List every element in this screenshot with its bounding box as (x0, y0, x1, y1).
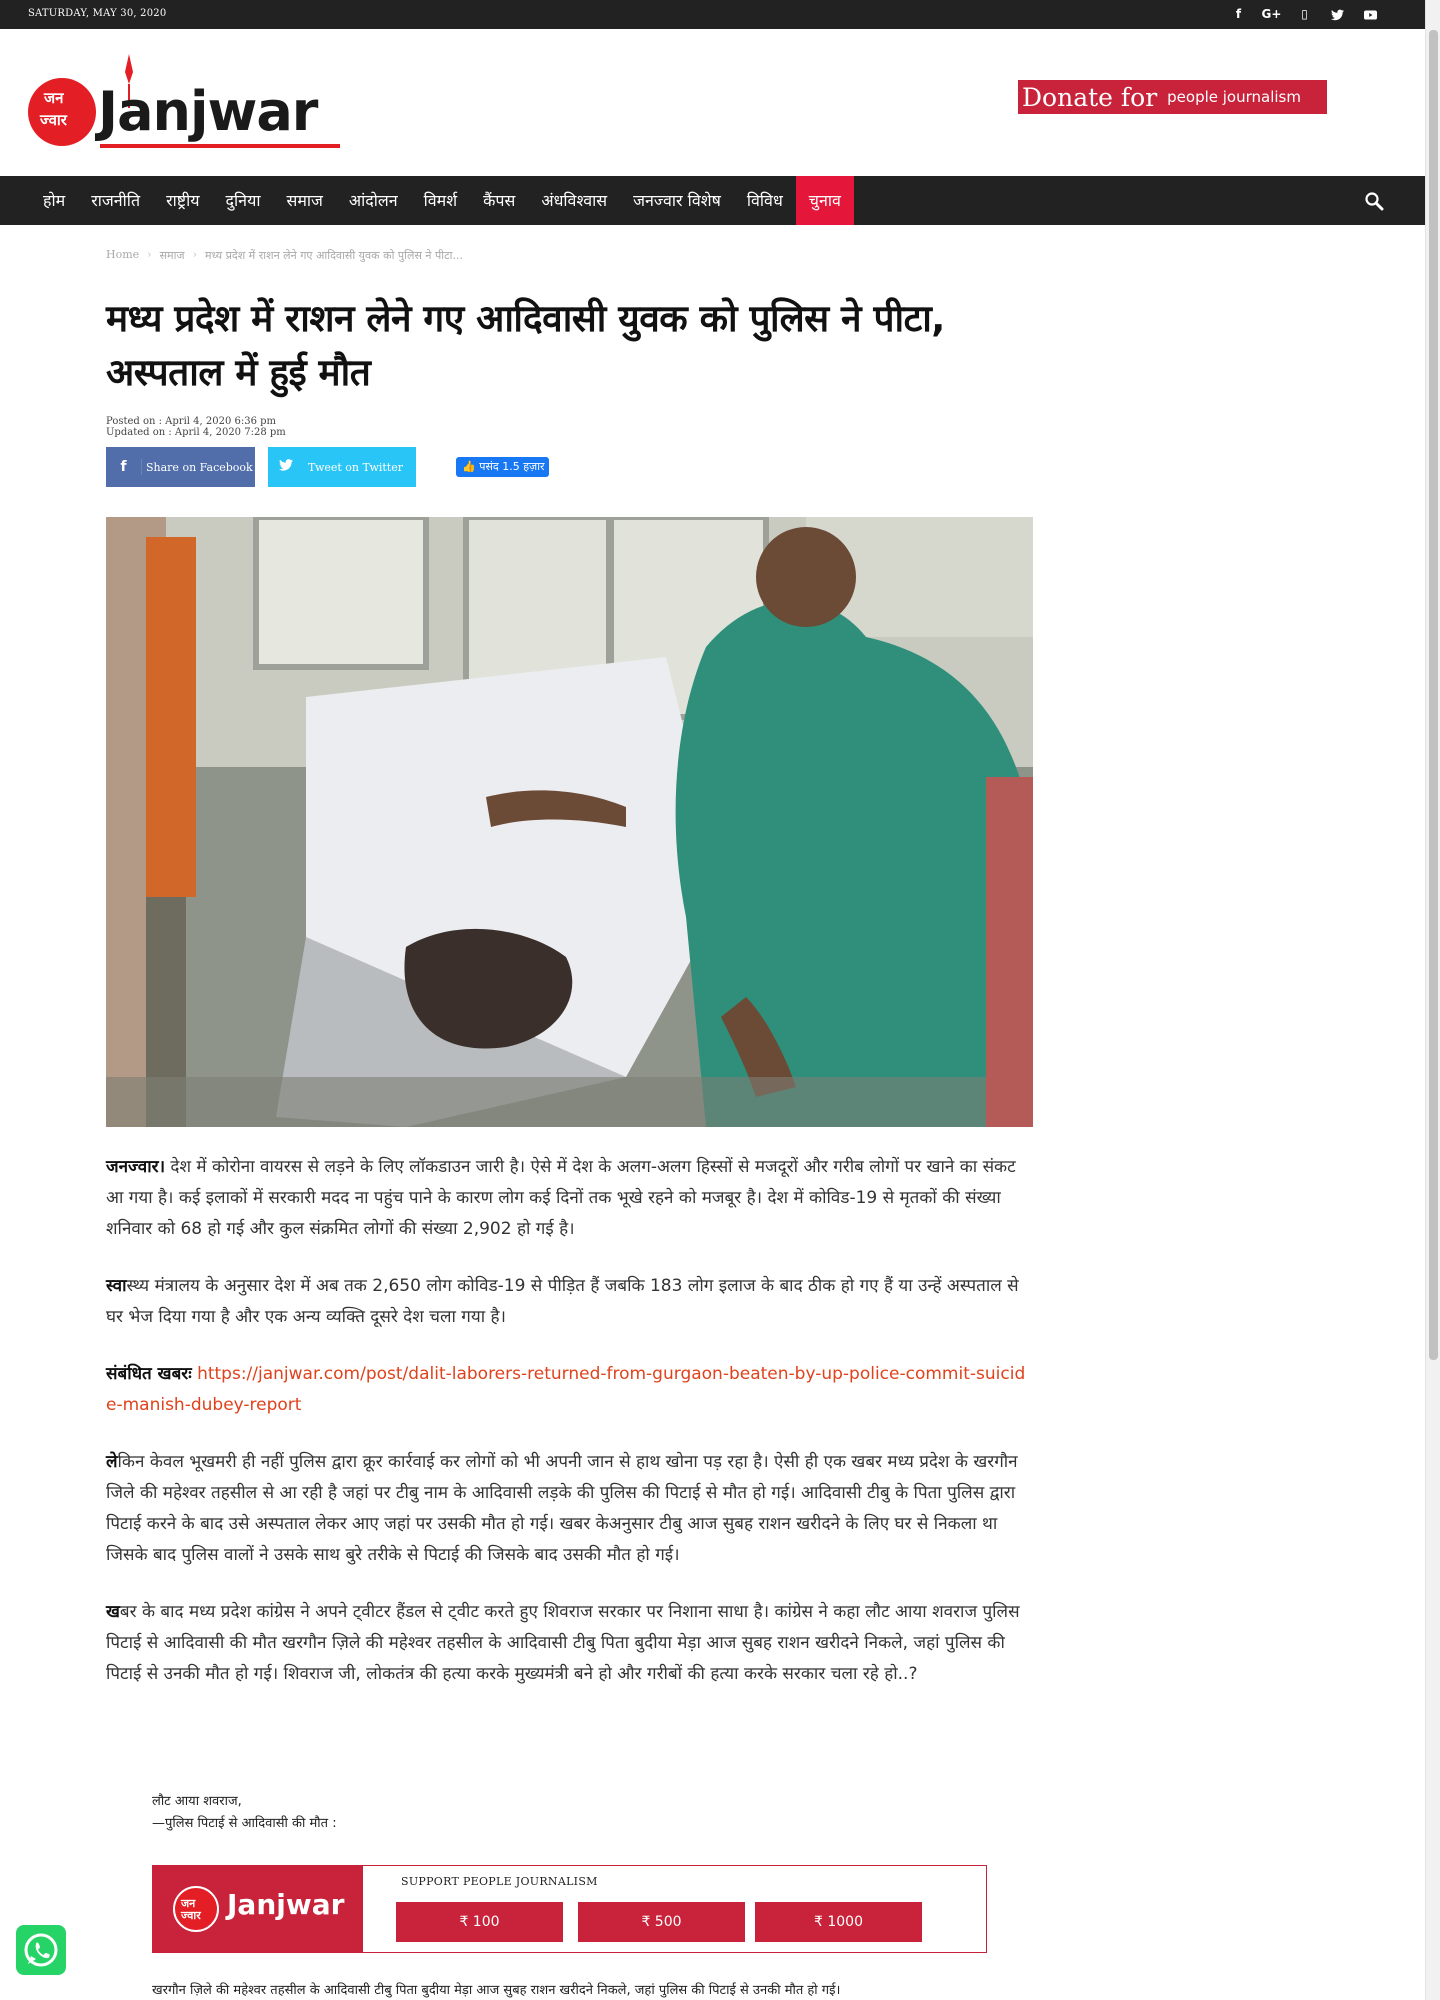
social-links: f G+ ▯ (1222, 5, 1387, 23)
paragraph-text: बर के बाद मध्य प्रदेश कांग्रेस ने अपने ट… (106, 1602, 1020, 1684)
embedded-tweet-quote: लौट आया शवराज, —पुलिस पिटाई से आदिवासी क… (152, 1791, 337, 1835)
nav-item-national[interactable]: राष्ट्रीय (153, 176, 212, 225)
logo-badge: जन ज्वार (28, 78, 96, 146)
logo-badge-line1: जन (44, 89, 64, 107)
paragraph-lead: ले (106, 1452, 118, 1472)
nav-item-politics[interactable]: राजनीति (78, 176, 153, 225)
twitter-icon[interactable] (1321, 5, 1354, 23)
article-paragraph: लेकिन केवल भूखमरी ही नहीं पुलिस द्वारा क… (106, 1447, 1033, 1571)
donate-100-button[interactable]: ₹ 100 (396, 1902, 563, 1942)
facebook-like-button[interactable]: 👍 पसंद 1.5 हज़ार (456, 457, 549, 477)
article-paragraph: स्वास्थ्य मंत्रालय के अनुसार देश में अब … (106, 1271, 1033, 1333)
quote-line: लौट आया शवराज, (152, 1794, 242, 1809)
article-title: मध्य प्रदेश में राशन लेने गए आदिवासी युव… (106, 297, 945, 394)
support-logo-badge: जन ज्वार (173, 1886, 219, 1932)
support-heading: SUPPORT PEOPLE JOURNALISM (401, 1875, 598, 1888)
breadcrumb-current: मध्य प्रदेश में राशन लेने गए आदिवासी युव… (205, 249, 463, 262)
tweet-text-line: खरगौन ज़िले की महेश्वर तहसील के आदिवासी … (152, 1983, 841, 1998)
donate-1000-button[interactable]: ₹ 1000 (755, 1902, 922, 1942)
nav-item-misc[interactable]: विविध (734, 176, 796, 225)
paragraph-lead: स्वा (106, 1276, 127, 1296)
whatsapp-icon (24, 1933, 58, 1967)
support-wordmark: Janjwar (227, 1888, 345, 1921)
donate-500-button[interactable]: ₹ 500 (578, 1902, 745, 1942)
related-news: संबंधित खबरः https://janjwar.com/post/da… (106, 1359, 1033, 1421)
share-facebook-button[interactable]: f Share on Facebook (106, 447, 255, 487)
donate-title: Donate for (1022, 82, 1158, 112)
share-twitter-label: Tweet on Twitter (308, 460, 403, 474)
article-paragraph: खबर के बाद मध्य प्रदेश कांग्रेस ने अपने … (106, 1597, 1033, 1690)
facebook-icon: f (106, 459, 142, 475)
breadcrumb-home[interactable]: Home (106, 248, 139, 263)
page-scrollbar[interactable] (1425, 0, 1440, 2000)
related-news-link[interactable]: https://janjwar.com/post/dalit-laborers-… (106, 1364, 1025, 1415)
article-paragraph: जनज्वार। देश में कोरोना वायरस से लड़ने क… (106, 1152, 1033, 1245)
current-date: SATURDAY, MAY 30, 2020 (28, 8, 167, 19)
logo-wordmark: Janjwar (98, 80, 318, 143)
breadcrumb-separator-icon: › (147, 248, 152, 261)
donate-banner[interactable]: Donate for people journalism (1018, 80, 1327, 114)
paragraph-lead: जनज्वार। (106, 1157, 166, 1177)
post-meta: Posted on : April 4, 2020 6:36 pm Update… (106, 416, 286, 438)
nav-item-home[interactable]: होम (30, 176, 78, 225)
paragraph-text: किन केवल भूखमरी ही नहीं पुलिस द्वारा क्र… (106, 1452, 1018, 1565)
google-plus-icon[interactable]: G+ (1255, 5, 1288, 23)
updated-date: Updated on : April 4, 2020 7:28 pm (106, 427, 286, 438)
scrollbar-thumb[interactable] (1429, 30, 1438, 1360)
article-hero-image[interactable] (106, 517, 1033, 1127)
share-facebook-label: Share on Facebook (146, 460, 253, 474)
instagram-icon[interactable]: ▯ (1288, 5, 1321, 23)
top-bar: SATURDAY, MAY 30, 2020 f G+ ▯ (0, 0, 1425, 29)
donate-subtitle: people journalism (1167, 88, 1301, 106)
paragraph-text: स्थ्य मंत्रालय के अनुसार देश में अब तक 2… (106, 1276, 1019, 1327)
nav-item-society[interactable]: समाज (274, 176, 336, 225)
nav-item-discourse[interactable]: विमर्श (411, 176, 471, 225)
support-journalism-box: जन ज्वार Janjwar SUPPORT PEOPLE JOURNALI… (152, 1865, 987, 1953)
support-brand: जन ज्वार Janjwar (153, 1866, 363, 1952)
quote-line: —पुलिस पिटाई से आदिवासी की मौत : (152, 1816, 337, 1831)
facebook-icon[interactable]: f (1222, 5, 1255, 23)
main-nav: होम राजनीति राष्ट्रीय दुनिया समाज आंदोलन… (0, 176, 1425, 225)
nav-item-movement[interactable]: आंदोलन (336, 176, 411, 225)
nav-item-world[interactable]: दुनिया (213, 176, 274, 225)
share-twitter-button[interactable]: Tweet on Twitter (268, 447, 416, 487)
logo-underline (100, 144, 340, 148)
related-news-label: संबंधित खबरः (106, 1364, 192, 1384)
nav-item-janjwar-special[interactable]: जनज्वार विशेष (620, 176, 734, 225)
twitter-icon (268, 459, 304, 475)
posted-date: Posted on : April 4, 2020 6:36 pm (106, 416, 277, 427)
breadcrumb-separator-icon: › (192, 248, 197, 261)
breadcrumb-category[interactable]: समाज (160, 248, 185, 263)
paragraph-text: देश में कोरोना वायरस से लड़ने के लिए लॉक… (106, 1157, 1016, 1239)
support-logo-text: जन ज्वार (181, 1897, 201, 1922)
nav-item-superstition[interactable]: अंधविश्वास (528, 176, 620, 225)
search-icon[interactable] (1364, 191, 1384, 211)
whatsapp-share-button[interactable] (16, 1925, 66, 1975)
youtube-icon[interactable] (1354, 5, 1387, 23)
site-logo[interactable]: जन ज्वार Janjwar (28, 54, 344, 154)
logo-badge-line2: ज्वार (40, 111, 67, 129)
nav-item-elections[interactable]: चुनाव (795, 176, 854, 225)
nav-item-campus[interactable]: कैंपस (470, 176, 528, 225)
article-body: जनज्वार। देश में कोरोना वायरस से लड़ने क… (106, 1152, 1033, 1716)
paragraph-lead: ख (106, 1602, 120, 1622)
breadcrumb: Home › समाज › मध्य प्रदेश में राशन लेने … (106, 248, 463, 263)
